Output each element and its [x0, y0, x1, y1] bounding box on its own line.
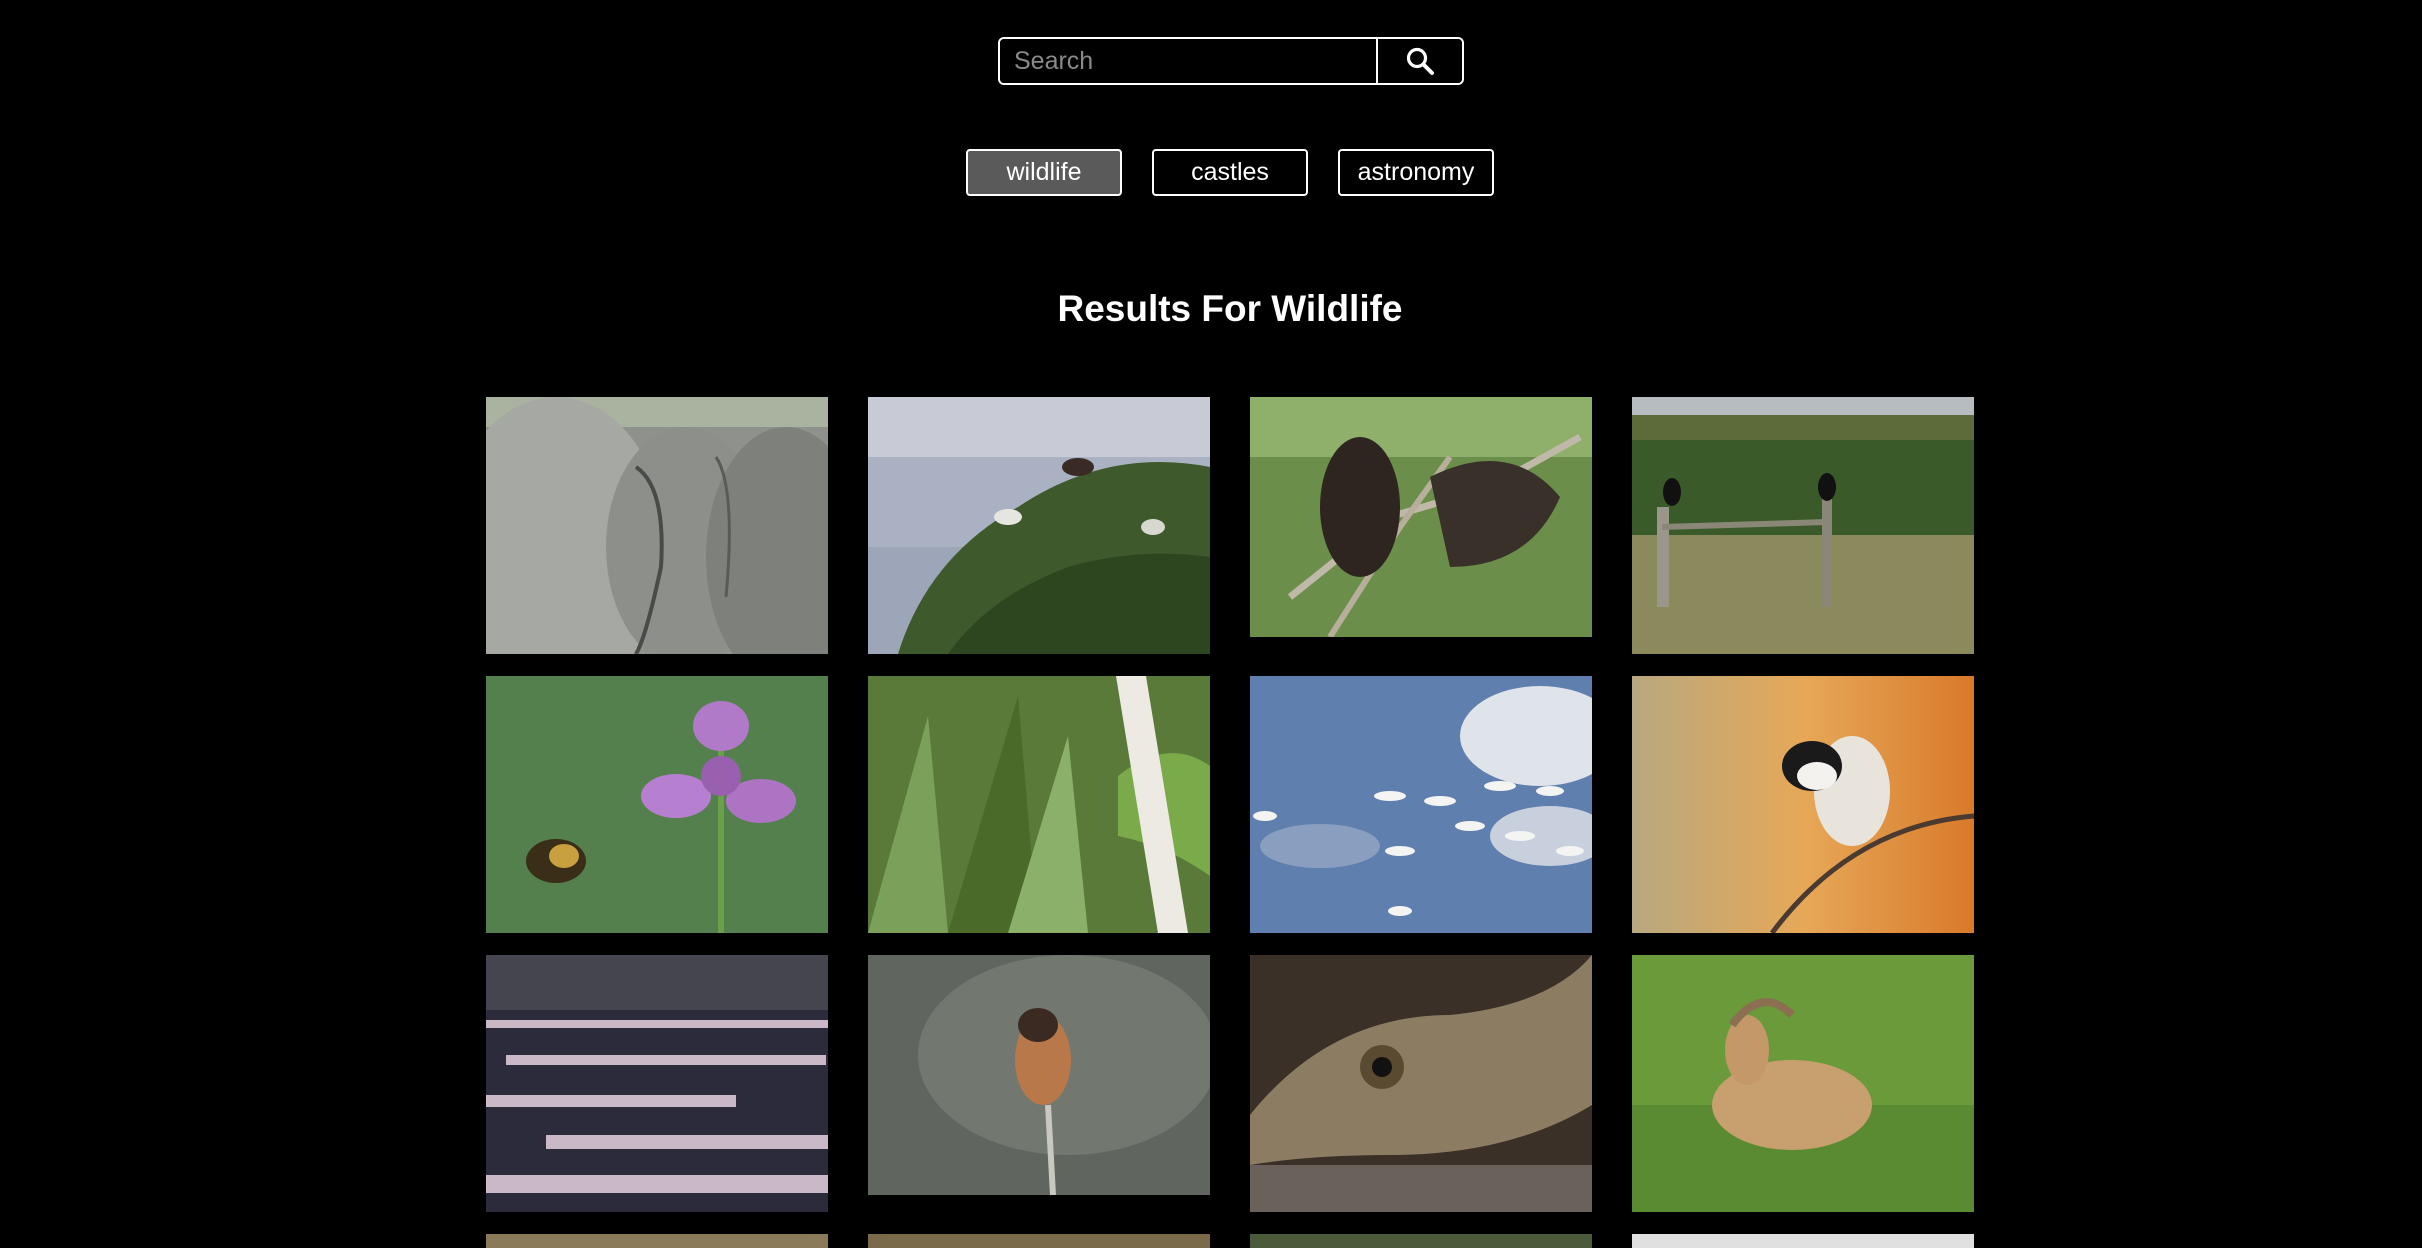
- result-image-chickadee[interactable]: [1632, 676, 1974, 933]
- tag-castles[interactable]: castles: [1152, 149, 1308, 196]
- result-image-partial-4[interactable]: [1632, 1234, 1974, 1248]
- result-image-partial-1[interactable]: [486, 1234, 828, 1248]
- tag-astronomy[interactable]: astronomy: [1338, 149, 1494, 196]
- search-input[interactable]: [1000, 39, 1376, 83]
- result-image-elephants[interactable]: [486, 397, 828, 654]
- results-heading: Results For Wildlife: [1057, 288, 1403, 329]
- result-image-gecko[interactable]: [1250, 955, 1592, 1212]
- result-image-stonechat[interactable]: [868, 955, 1210, 1195]
- result-image-mudflat-birds[interactable]: [486, 955, 828, 1212]
- results-grid: [486, 397, 1976, 1248]
- result-image-dark-birds-in-tree[interactable]: [1250, 397, 1592, 637]
- result-image-partial-2[interactable]: [868, 1234, 1210, 1248]
- result-image-goat[interactable]: [1632, 955, 1974, 1212]
- page: wildlife castles astronomy Results For W…: [0, 0, 2422, 1248]
- result-image-pelicans-flying[interactable]: [1250, 676, 1592, 933]
- search-icon: [1406, 47, 1434, 75]
- result-image-ibises[interactable]: [868, 397, 1210, 654]
- result-image-grass-with-ruler[interactable]: [868, 676, 1210, 933]
- result-image-birds-on-fence[interactable]: [1632, 397, 1974, 654]
- tag-wildlife[interactable]: wildlife: [966, 149, 1122, 196]
- search-bar: [998, 37, 1464, 85]
- result-image-bee-and-flower[interactable]: [486, 676, 828, 933]
- result-image-partial-3[interactable]: [1250, 1234, 1592, 1248]
- category-tags: wildlife castles astronomy: [0, 149, 2422, 196]
- search-button[interactable]: [1376, 39, 1462, 83]
